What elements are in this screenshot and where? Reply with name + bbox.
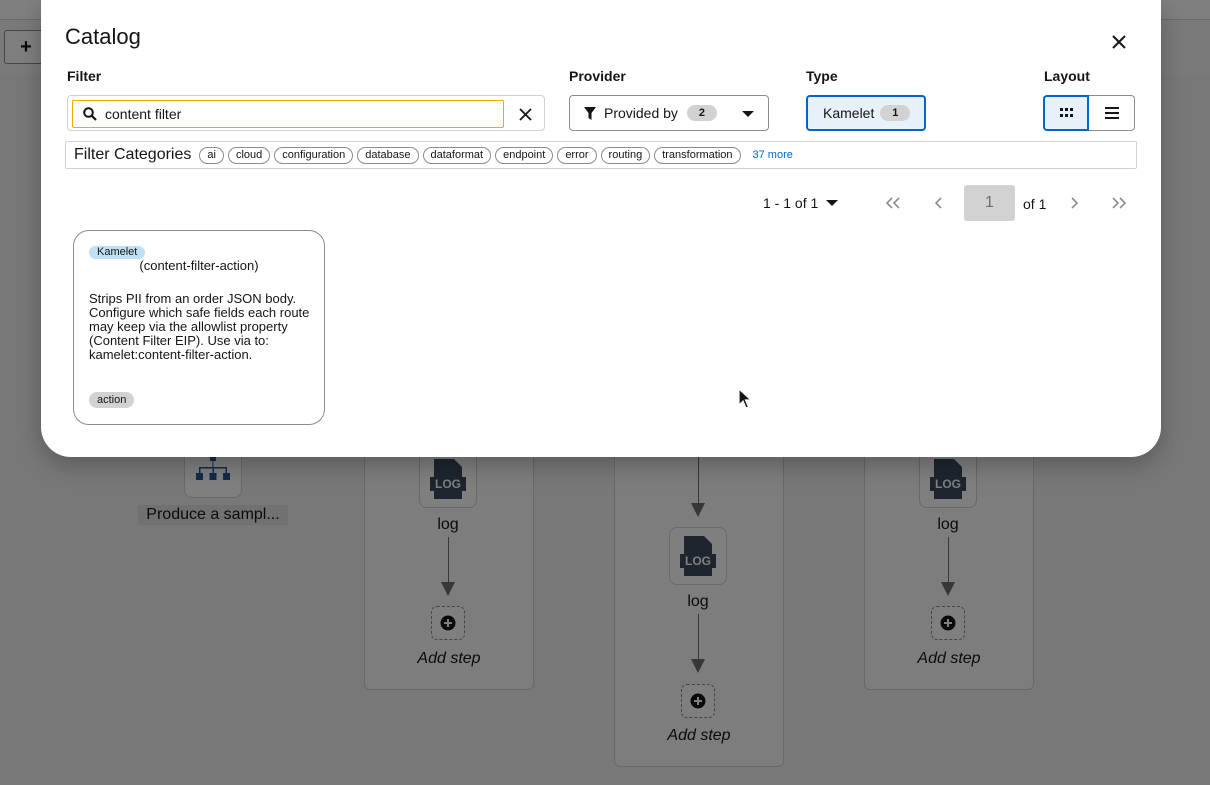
grid-icon — [1059, 108, 1073, 117]
filter-categories-title: Filter Categories — [74, 146, 192, 163]
clear-icon — [518, 107, 532, 121]
caret-down-icon — [742, 111, 754, 117]
type-count-badge: 1 — [880, 105, 911, 121]
mouse-pointer-icon — [738, 388, 752, 409]
last-page-button[interactable] — [1107, 193, 1131, 213]
filter-icon — [584, 106, 596, 120]
previous-page-button[interactable] — [926, 193, 950, 213]
search-box — [72, 100, 504, 128]
prev-page-icon — [934, 197, 942, 209]
catalog-tile[interactable]: Kamelet (content-filter-action) Strips P… — [73, 230, 325, 425]
modal-title: Catalog — [65, 24, 141, 49]
provider-label: Provider — [569, 68, 626, 84]
tile-tag: action — [89, 392, 135, 408]
tile-description: Strips PII from an order JSON body. Conf… — [89, 291, 310, 362]
provider-dropdown[interactable]: Provided by 2 — [569, 95, 769, 131]
search-group — [67, 95, 545, 131]
next-page-icon — [1070, 197, 1078, 209]
pagination-range: 1 - 1 of 1 — [763, 195, 819, 211]
category-chip[interactable]: database — [357, 146, 419, 164]
next-page-button[interactable] — [1062, 193, 1086, 213]
category-chip[interactable]: error — [557, 146, 597, 164]
layout-label: Layout — [1044, 68, 1090, 84]
current-page-input[interactable]: 1 — [964, 185, 1015, 221]
more-categories-link[interactable]: 37 more — [753, 149, 793, 161]
provider-count-badge: 2 — [686, 105, 717, 121]
filter-categories: Filter Categories ai cloud configuration… — [65, 141, 1137, 169]
clear-search-button[interactable] — [514, 104, 536, 124]
list-view-toggle[interactable] — [1089, 95, 1135, 131]
catalog-modal: Catalog Filter Provider Type Layout Prov… — [41, 0, 1161, 457]
caret-down-icon — [826, 200, 839, 206]
type-kamelet-label: Kamelet — [823, 105, 875, 121]
type-kamelet-toggle[interactable]: Kamelet 1 — [806, 95, 926, 131]
search-input[interactable] — [105, 101, 500, 127]
category-chip[interactable]: ai — [199, 146, 224, 164]
last-page-icon — [1112, 197, 1126, 209]
list-icon — [1104, 107, 1119, 119]
gallery-view-toggle[interactable] — [1043, 95, 1089, 131]
page-count: of 1 — [1023, 196, 1047, 212]
first-page-icon — [886, 197, 900, 209]
close-icon — [1112, 35, 1126, 49]
category-chip[interactable]: cloud — [227, 146, 271, 164]
filter-label: Filter — [67, 68, 102, 84]
search-icon — [83, 107, 97, 121]
category-chip[interactable]: endpoint — [495, 146, 554, 164]
first-page-button[interactable] — [881, 193, 905, 213]
category-chip[interactable]: configuration — [274, 146, 354, 164]
close-button[interactable] — [1105, 28, 1133, 56]
tile-name: (content-filter-action) — [139, 258, 259, 273]
type-label: Type — [806, 68, 838, 84]
provider-dropdown-label: Provided by — [604, 105, 678, 121]
category-chip[interactable]: dataformat — [422, 146, 492, 164]
category-chip[interactable]: routing — [600, 146, 651, 164]
category-chip[interactable]: transformation — [654, 146, 741, 164]
per-page-toggle[interactable]: 1 - 1 of 1 — [763, 195, 839, 211]
